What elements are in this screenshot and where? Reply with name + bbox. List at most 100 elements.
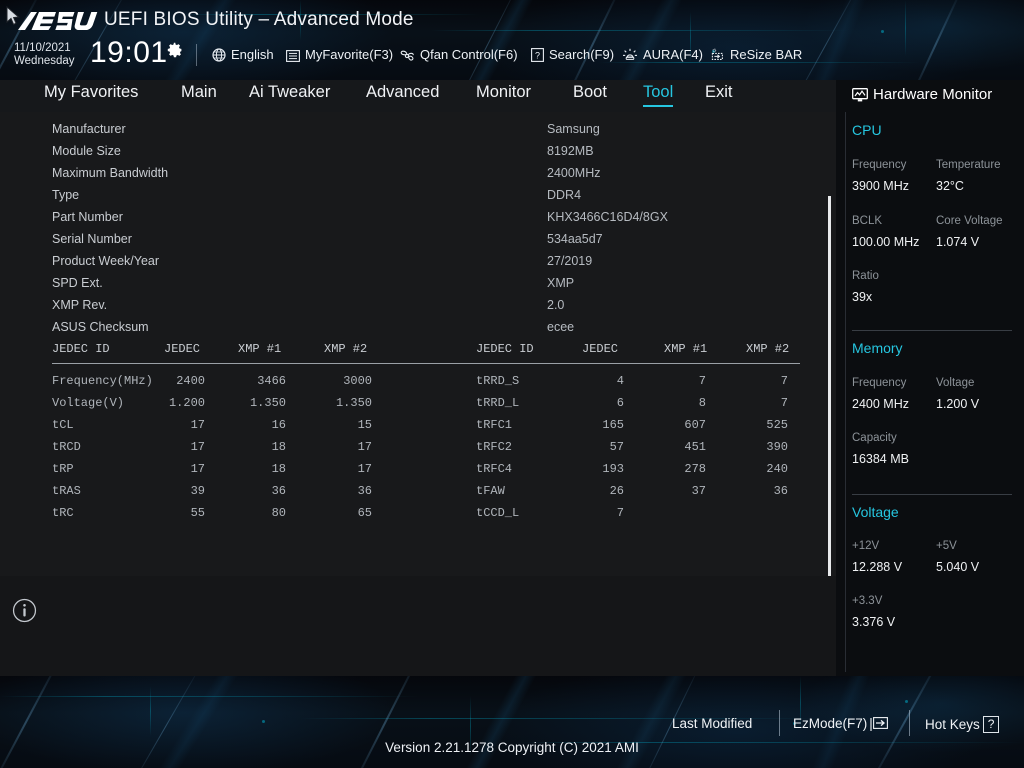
- timing-row-label: tRRD_S: [476, 374, 520, 388]
- timing-row-xmp2: 240: [766, 462, 788, 476]
- header-item-language[interactable]: English: [212, 47, 274, 65]
- header-item-label: English: [231, 47, 274, 62]
- spd-row-label: Part Number: [52, 210, 123, 224]
- timing-row-xmp1: 7: [698, 374, 706, 388]
- timing-table-right: JEDEC ID JEDEC XMP #1 XMP #2 tRRD_S 4 7 …: [476, 342, 806, 522]
- timing-row-label: Frequency(MHz): [52, 374, 153, 388]
- timing-row-xmp2: 65: [357, 506, 372, 520]
- timing-row-xmp1: 36: [271, 484, 286, 498]
- version-text: Version 2.21.1278 Copyright (C) 2021 AMI: [385, 740, 639, 755]
- hwm-key: +12V: [852, 540, 880, 552]
- hwm-value: 5.040 V: [936, 560, 980, 574]
- timing-row-label: tRAS: [52, 484, 81, 498]
- bios-screen: UEFI BIOS Utility – Advanced Mode 11/10/…: [0, 0, 1024, 768]
- timing-row-label: tRRD_L: [476, 396, 520, 410]
- col-header-xmp1: XMP #1: [664, 342, 708, 356]
- timing-row-jedec: 17: [190, 418, 205, 432]
- spd-row-label: Type: [52, 188, 80, 202]
- timing-row-label: tCL: [52, 418, 74, 432]
- tab-my-favorites[interactable]: My Favorites: [44, 83, 138, 105]
- question-box-icon: ?: [531, 48, 544, 65]
- footer-divider: [779, 710, 780, 736]
- fan-icon: [399, 48, 415, 65]
- timing-row-xmp2: 15: [357, 418, 372, 432]
- timing-row-xmp2: 390: [766, 440, 788, 454]
- content-scrollbar-thumb[interactable]: [828, 196, 831, 578]
- spd-row-value: Samsung: [547, 122, 600, 136]
- header-item-myfavorite[interactable]: MyFavorite(F3): [286, 47, 393, 65]
- timing-row-jedec: 26: [609, 484, 624, 498]
- timing-row-label: tRC: [52, 506, 74, 520]
- hwm-section-cpu: CPU: [852, 122, 882, 138]
- timing-row-xmp1: 1.350: [249, 396, 286, 410]
- hardware-monitor-title-text: Hardware Monitor: [873, 86, 993, 103]
- page-title: UEFI BIOS Utility – Advanced Mode: [104, 9, 414, 30]
- timing-row-jedec: 4: [616, 374, 624, 388]
- hwm-key: Voltage: [936, 377, 975, 389]
- hwm-section-rule: [852, 330, 1012, 331]
- timing-row-xmp2: 525: [766, 418, 788, 432]
- gear-icon[interactable]: [167, 42, 183, 58]
- spd-row-value: KHX3466C16D4/8GX: [547, 210, 668, 224]
- timing-row-xmp1: 8: [698, 396, 706, 410]
- timing-row-jedec: 1.200: [168, 396, 205, 410]
- tab-main[interactable]: Main: [181, 83, 217, 105]
- hot-keys-button[interactable]: Hot Keys?: [925, 716, 1000, 733]
- help-panel: [0, 576, 836, 676]
- timing-row-xmp1: 607: [684, 418, 706, 432]
- tab-exit[interactable]: Exit: [705, 83, 733, 105]
- hwm-value: 32°C: [936, 179, 964, 193]
- timing-row-jedec: 7: [616, 506, 624, 520]
- spd-row-label: Manufacturer: [52, 122, 126, 136]
- timing-row-xmp2: 3000: [343, 374, 372, 388]
- spd-row-value: DDR4: [547, 188, 582, 202]
- timing-row-jedec: 2400: [176, 374, 205, 388]
- header-item-search[interactable]: ? Search(F9): [531, 47, 614, 65]
- header-item-aura[interactable]: AURA(F4): [622, 47, 703, 65]
- timing-row-label: tRFC4: [476, 462, 513, 476]
- timing-row-jedec: 6: [616, 396, 624, 410]
- spd-row-label: Module Size: [52, 144, 121, 158]
- header-item-label: MyFavorite(F3): [305, 47, 394, 62]
- header-item-qfan[interactable]: Qfan Control(F6): [399, 47, 518, 65]
- aura-light-icon: [622, 48, 638, 65]
- hot-keys-label: Hot Keys: [925, 717, 980, 732]
- last-modified-button[interactable]: Last Modified: [672, 716, 752, 731]
- timing-row-xmp1: 451: [684, 440, 706, 454]
- timing-row-jedec: 39: [190, 484, 205, 498]
- timing-row-jedec: 57: [609, 440, 624, 454]
- hwm-key: Core Voltage: [936, 215, 1003, 227]
- hwm-key: Temperature: [936, 159, 1001, 171]
- footer-divider: [909, 710, 910, 736]
- ez-mode-button[interactable]: EzMode(F7) |: [793, 716, 888, 731]
- date-text: 11/10/2021: [14, 42, 71, 54]
- tab-monitor[interactable]: Monitor: [476, 83, 531, 105]
- tab-ai-tweaker[interactable]: Ai Tweaker: [249, 83, 330, 105]
- tab-tool[interactable]: Tool: [643, 83, 674, 107]
- monitor-icon: [852, 88, 868, 106]
- spd-row-label: Serial Number: [52, 232, 132, 246]
- hwm-key: Capacity: [852, 432, 897, 444]
- timing-row-xmp2: 36: [773, 484, 788, 498]
- timing-row-jedec: 165: [602, 418, 624, 432]
- spd-row-label: Product Week/Year: [52, 254, 160, 268]
- tab-advanced[interactable]: Advanced: [366, 83, 439, 105]
- spd-row-value: 8192MB: [547, 144, 594, 158]
- hwm-key: Frequency: [852, 159, 907, 171]
- spd-row-value: XMP: [547, 276, 575, 290]
- header-item-resizebar[interactable]: ReSize BAR: [709, 47, 802, 65]
- spd-row-value: 2.0: [547, 298, 565, 312]
- hwm-value: 1.074 V: [936, 235, 980, 249]
- timing-row-xmp2: 7: [780, 374, 788, 388]
- header-bar: UEFI BIOS Utility – Advanced Mode 11/10/…: [0, 0, 1024, 80]
- timing-row-label: tFAW: [476, 484, 505, 498]
- header-item-label: Search(F9): [549, 47, 615, 62]
- tab-boot[interactable]: Boot: [573, 83, 607, 105]
- hardware-monitor-divider: [845, 112, 846, 672]
- date-block: 11/10/2021 Wednesday: [14, 42, 75, 68]
- spd-row-label: SPD Ext.: [52, 276, 103, 290]
- timing-row-label: tRCD: [52, 440, 81, 454]
- timing-row-xmp1: 37: [691, 484, 706, 498]
- timing-row-label: tRFC1: [476, 418, 513, 432]
- info-icon[interactable]: [12, 598, 37, 623]
